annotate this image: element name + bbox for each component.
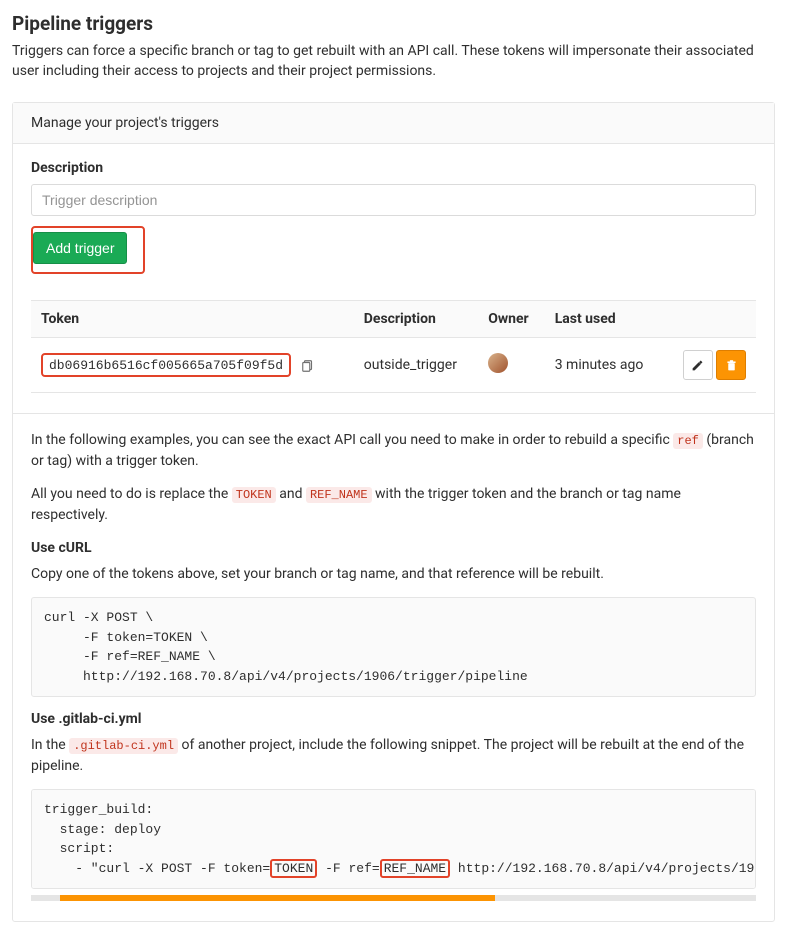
panel-header: Manage your project's triggers <box>13 103 774 144</box>
ref-code: ref <box>673 433 703 449</box>
curl-description: Copy one of the tokens above, set your b… <box>31 564 756 585</box>
description-input[interactable] <box>31 184 756 216</box>
panel-body: Description Add trigger Token Descriptio… <box>13 144 774 414</box>
trigger-description: outside_trigger <box>354 338 478 393</box>
examples-replace: All you need to do is replace the TOKEN … <box>31 484 756 526</box>
col-token: Token <box>31 301 354 338</box>
token-value: db06916b6516cf005665a705f09f5d <box>49 358 283 373</box>
highlight-yml-token: TOKEN <box>270 859 317 878</box>
page-title: Pipeline triggers <box>12 12 775 35</box>
col-actions <box>664 301 756 338</box>
examples-intro: In the following examples, you can see t… <box>31 430 756 472</box>
curl-heading: Use cURL <box>31 540 756 556</box>
curl-code-block[interactable]: curl -X POST \ -F token=TOKEN \ -F ref=R… <box>31 597 756 697</box>
delete-button[interactable] <box>716 350 746 380</box>
trash-icon <box>725 359 738 372</box>
col-owner: Owner <box>478 301 544 338</box>
yml-code-block[interactable]: trigger_build: stage: deploy script: - "… <box>31 789 756 889</box>
highlight-yml-ref: REF_NAME <box>380 859 450 878</box>
yml-heading: Use .gitlab-ci.yml <box>31 711 756 727</box>
highlight-add-trigger: Add trigger <box>31 226 145 275</box>
last-used: 3 minutes ago <box>545 338 664 393</box>
pencil-icon <box>691 359 704 372</box>
col-description: Description <box>354 301 478 338</box>
clipboard-icon[interactable] <box>301 359 315 373</box>
col-last-used: Last used <box>545 301 664 338</box>
add-trigger-button[interactable]: Add trigger <box>33 232 127 265</box>
table-row: db06916b6516cf005665a705f09f5d outside_t… <box>31 338 756 393</box>
edit-button[interactable] <box>683 350 713 380</box>
owner-avatar[interactable] <box>488 353 508 373</box>
examples-section: In the following examples, you can see t… <box>13 413 774 921</box>
yml-scrollbar[interactable] <box>31 895 756 901</box>
description-label: Description <box>31 160 756 176</box>
highlight-token: db06916b6516cf005665a705f09f5d <box>41 353 291 377</box>
refname-placeholder-code: REF_NAME <box>306 487 372 503</box>
triggers-panel: Manage your project's triggers Descripti… <box>12 102 775 923</box>
page-description: Triggers can force a specific branch or … <box>12 41 775 82</box>
yml-description: In the .gitlab-ci.yml of another project… <box>31 735 756 777</box>
gitlab-ci-filename: .gitlab-ci.yml <box>69 738 178 754</box>
token-placeholder-code: TOKEN <box>232 487 276 503</box>
triggers-table: Token Description Owner Last used db0691… <box>31 300 756 393</box>
